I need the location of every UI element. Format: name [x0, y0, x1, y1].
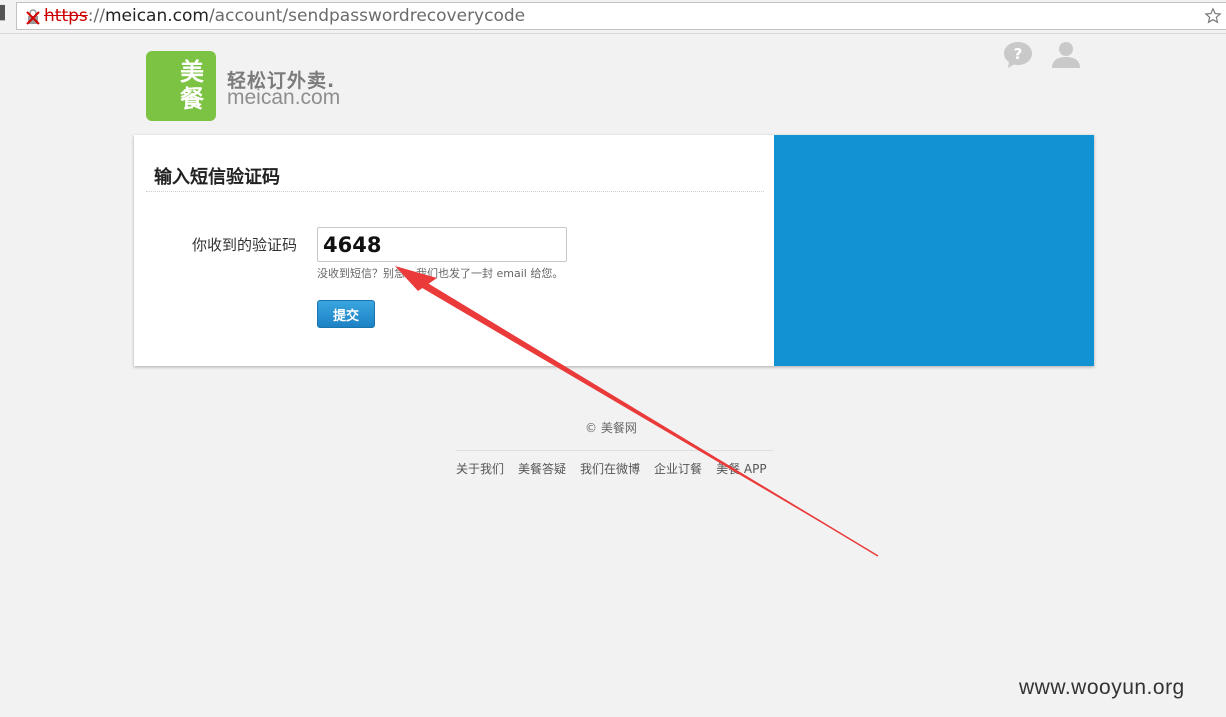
broken-lock-icon[interactable] — [25, 9, 41, 25]
verification-code-input[interactable] — [317, 227, 567, 262]
blue-side-panel — [774, 135, 1094, 366]
url-separator: :// — [87, 6, 105, 26]
footer-link-faq[interactable]: 美餐答疑 — [518, 460, 566, 477]
url-path: /account/sendpasswordrecoverycode — [208, 6, 526, 26]
code-label: 你收到的验证码 — [192, 236, 298, 254]
footer-link-about[interactable]: 关于我们 — [456, 460, 504, 477]
svg-text:?: ? — [1014, 45, 1023, 63]
url-bar[interactable]: https://meican.com/account/sendpasswordr… — [16, 2, 1226, 30]
copyright: © 美餐网 — [585, 421, 637, 435]
footer-link-weibo[interactable]: 我们在微博 — [580, 460, 640, 477]
footer-link-app[interactable]: 美餐 APP — [716, 460, 767, 477]
submit-button[interactable]: 提交 — [317, 300, 375, 328]
watermark: www.wooyun.org — [1019, 676, 1185, 699]
logo-char-can: 餐 — [180, 85, 204, 113]
brand-domain: meican.com — [227, 86, 341, 109]
url-host: meican.com — [104, 6, 209, 26]
page-icon: ▌ — [0, 6, 10, 21]
browser-address-bar: ▌ https://meican.com/account/sendpasswor… — [0, 0, 1226, 34]
title-divider — [146, 191, 764, 192]
bookmark-star-icon[interactable] — [1204, 7, 1222, 25]
footer-link-enterprise[interactable]: 企业订餐 — [654, 460, 702, 477]
footer-links: 关于我们 美餐答疑 我们在微博 企业订餐 美餐 APP — [456, 460, 781, 477]
user-icon[interactable] — [1049, 40, 1083, 70]
help-icon[interactable]: ? — [1002, 40, 1034, 70]
verification-card: 输入短信验证码 你收到的验证码 没收到短信？别急，我们也发了一封 email 给… — [134, 135, 1094, 366]
page-title: 输入短信验证码 — [154, 167, 280, 188]
footer-divider — [456, 450, 773, 451]
meican-logo[interactable]: 美 餐 — [146, 51, 216, 121]
url-scheme: https — [44, 6, 88, 26]
sms-hint: 没收到短信？别急，我们也发了一封 email 给您。 — [317, 267, 564, 280]
url-text[interactable]: https://meican.com/account/sendpasswordr… — [44, 6, 525, 26]
logo-char-mei: 美 — [180, 58, 204, 86]
